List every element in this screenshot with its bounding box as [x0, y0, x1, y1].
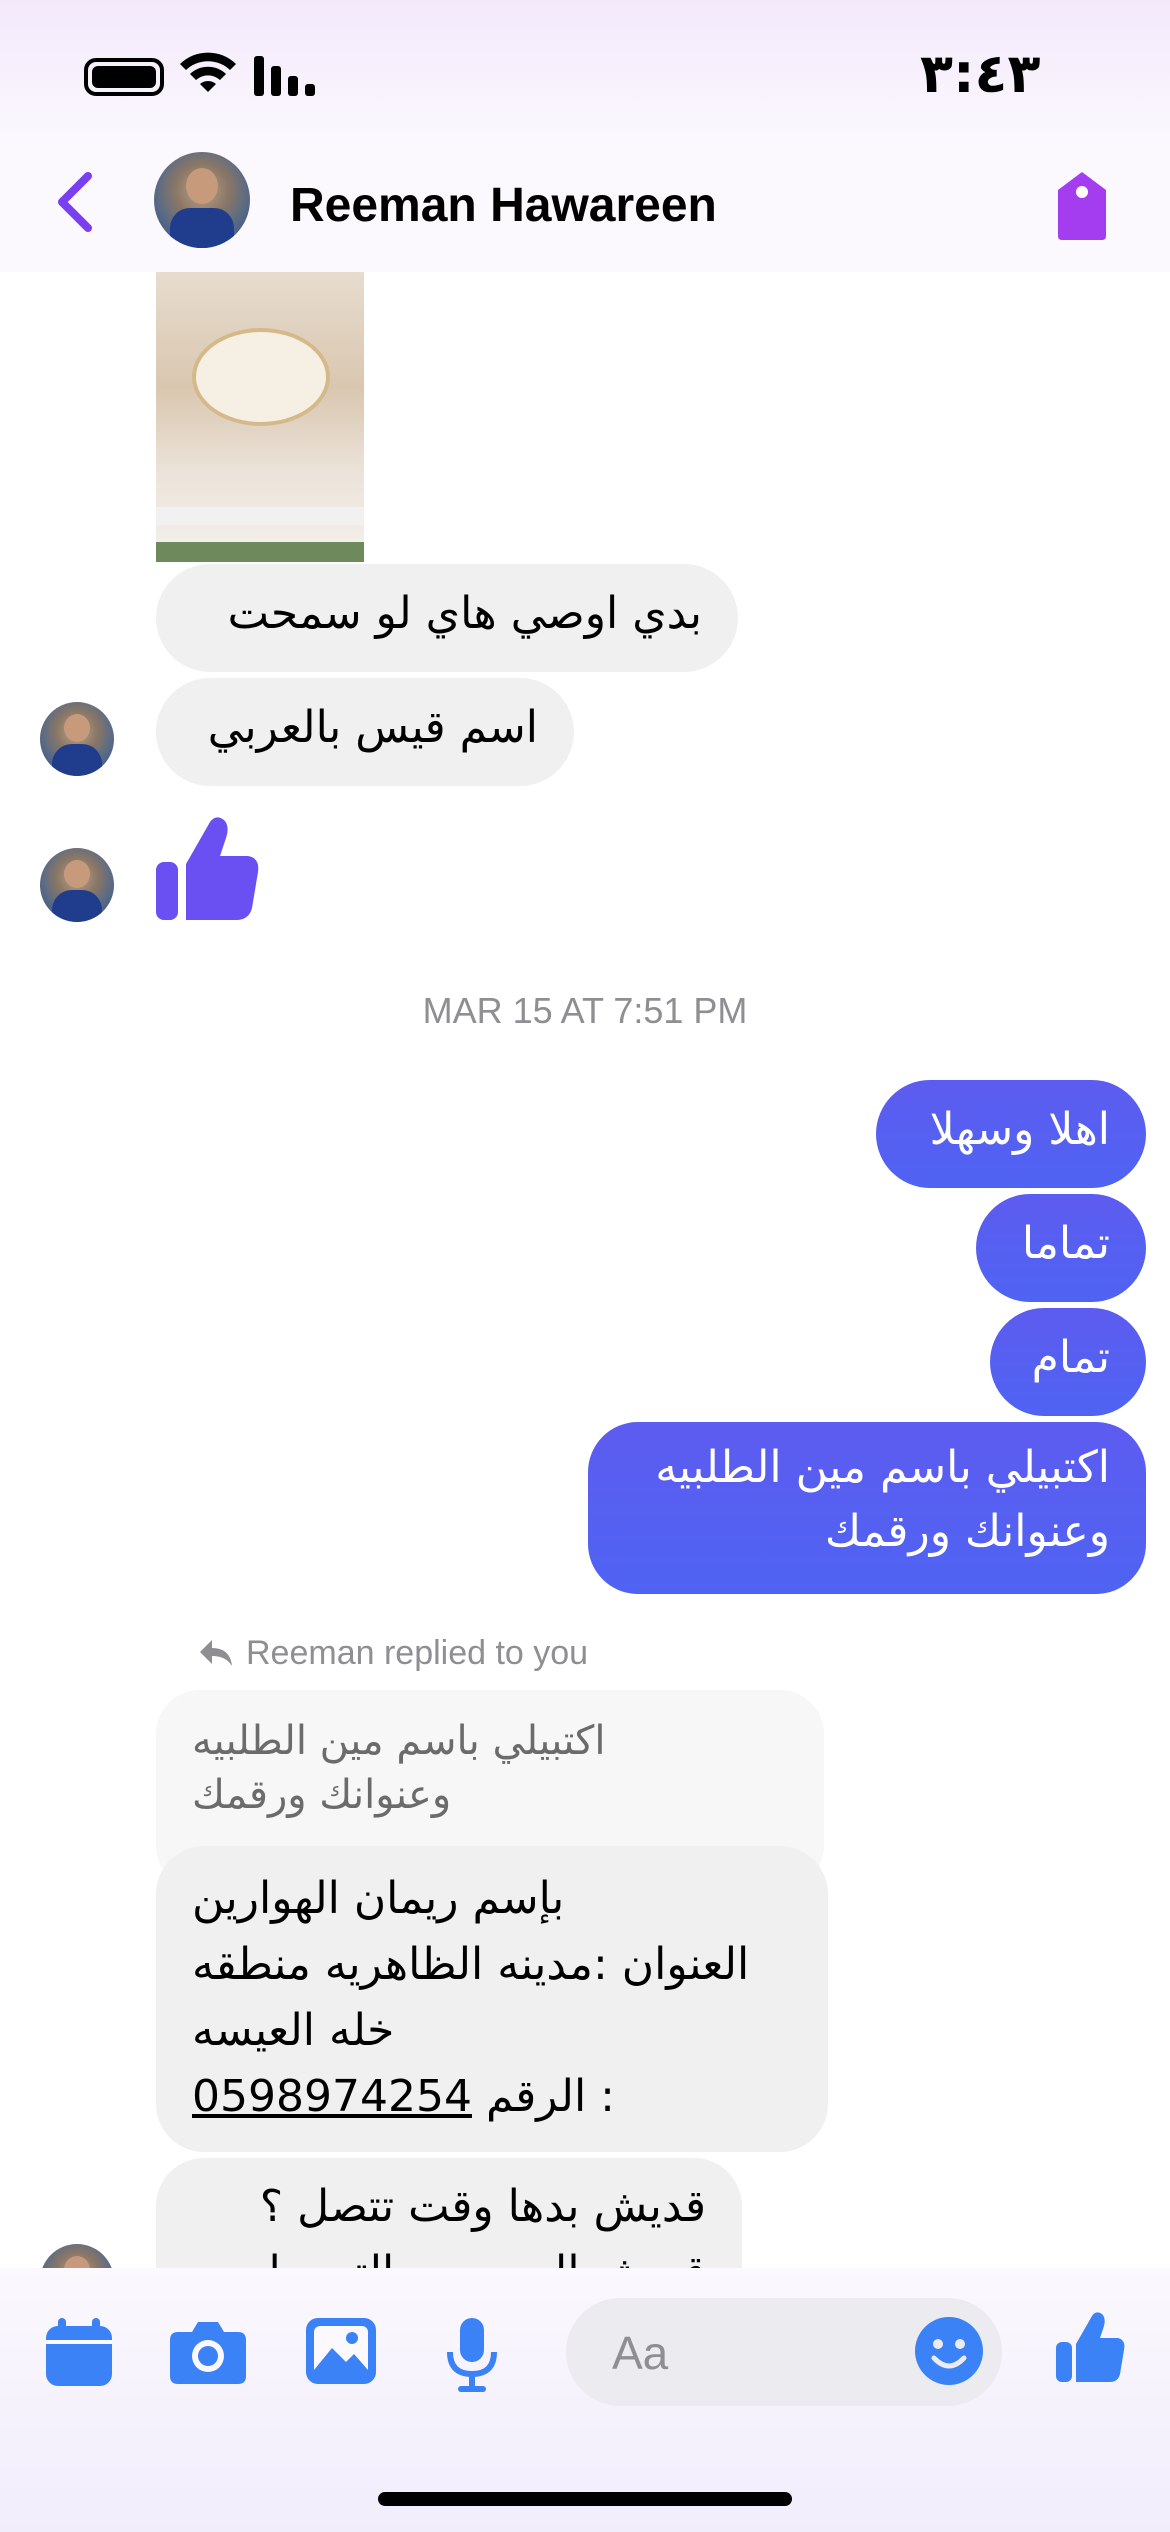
outgoing-message[interactable]: اهلا وسهلا	[876, 1080, 1146, 1188]
home-indicator	[378, 2492, 792, 2506]
sender-avatar[interactable]	[40, 2244, 114, 2268]
conversation-header: Reeman Hawareen	[0, 140, 1170, 272]
emoji-icon[interactable]	[914, 2316, 984, 2386]
composer-bar: Aa	[0, 2268, 1170, 2532]
sender-avatar[interactable]	[40, 848, 114, 922]
incoming-message[interactable]: قديش بدها وقت تتصل ؟ قديش السعر مع التوص…	[156, 2158, 742, 2268]
calendar-icon[interactable]	[44, 2318, 114, 2388]
tag-icon[interactable]	[1054, 170, 1110, 242]
status-bar: ٣:٤٣	[0, 0, 1170, 140]
wifi-icon	[180, 52, 236, 92]
camera-icon[interactable]	[170, 2318, 246, 2384]
message-timestamp: MAR 15 AT 7:51 PM	[422, 990, 748, 1031]
reply-arrow-icon	[200, 1640, 232, 1666]
contact-avatar[interactable]	[154, 152, 250, 248]
thumbs-up-icon[interactable]	[156, 814, 260, 922]
image-attachment[interactable]	[156, 272, 364, 562]
incoming-message[interactable]: اسم قيس بالعربي	[156, 678, 574, 786]
message-list[interactable]: بدي اوصي هاي لو سمحت اسم قيس بالعربي MAR…	[0, 272, 1170, 2268]
outgoing-message[interactable]: تماما	[976, 1194, 1146, 1302]
battery-icon	[84, 58, 164, 96]
like-icon[interactable]	[1056, 2310, 1126, 2384]
gallery-icon[interactable]	[306, 2318, 376, 2384]
message-input[interactable]: Aa	[566, 2298, 1002, 2406]
microphone-icon[interactable]	[444, 2318, 500, 2394]
contact-name[interactable]: Reeman Hawareen	[290, 178, 717, 233]
phone-number-link[interactable]: 0598974254	[192, 2071, 472, 2122]
signal-icon	[254, 56, 315, 96]
outgoing-message[interactable]: اكتبيلي باسم مين الطلبيه وعنوانك ورقمك	[588, 1422, 1146, 1594]
incoming-reply-message[interactable]: بإسم ريمان الهوارين العنوان :مدينه الظاه…	[156, 1846, 828, 2152]
incoming-message[interactable]: بدي اوصي هاي لو سمحت	[156, 564, 738, 672]
outgoing-message[interactable]: تمام	[990, 1308, 1146, 1416]
back-chevron-icon[interactable]	[50, 170, 100, 234]
status-time: ٣:٤٣	[920, 42, 1041, 105]
reply-indicator: Reeman replied to you	[196, 1634, 588, 1673]
sender-avatar[interactable]	[40, 702, 114, 776]
